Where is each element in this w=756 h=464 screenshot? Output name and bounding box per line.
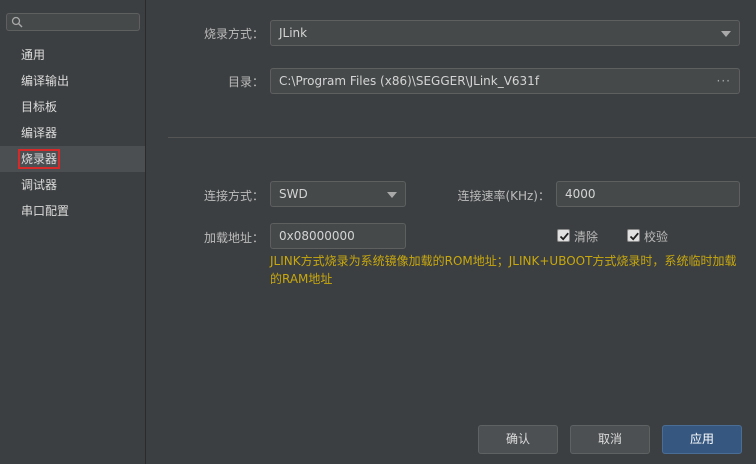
burn-mode-label: 烧录方式： — [203, 27, 264, 41]
search-icon — [11, 16, 23, 28]
connect-mode-select[interactable]: SWD — [270, 181, 406, 207]
ok-button[interactable]: 确认 — [478, 425, 558, 454]
check-icon — [629, 232, 639, 241]
directory-field[interactable]: C:\Program Files (x86)\SEGGER\JLink_V631… — [270, 68, 740, 94]
apply-button[interactable]: 应用 — [662, 425, 742, 454]
section-divider — [168, 137, 756, 138]
verify-checkbox[interactable] — [627, 229, 640, 242]
connect-speed-label: 连接速率(KHz)： — [457, 189, 550, 203]
connect-speed-value: 4000 — [565, 187, 596, 201]
sidebar: 通用 编译输出 目标板 编译器 烧录器 调试器 串口配置 — [0, 0, 146, 464]
load-address-label: 加载地址： — [203, 231, 264, 245]
verify-label: 校验 — [644, 230, 669, 244]
burn-mode-select[interactable]: JLink — [270, 20, 740, 46]
sidebar-item-label: 调试器 — [21, 178, 58, 192]
connect-speed-input[interactable]: 4000 — [556, 181, 740, 207]
sidebar-item-target-board[interactable]: 目标板 — [0, 94, 145, 120]
sidebar-item-burner[interactable]: 烧录器 — [0, 146, 145, 172]
chevron-down-icon — [387, 192, 397, 198]
load-address-input[interactable]: 0x08000000 — [270, 223, 406, 249]
sidebar-item-serial-config[interactable]: 串口配置 — [0, 198, 145, 224]
sidebar-item-debugger[interactable]: 调试器 — [0, 172, 145, 198]
erase-checkbox[interactable] — [557, 229, 570, 242]
sidebar-item-label: 串口配置 — [21, 204, 70, 218]
chevron-down-icon — [721, 31, 731, 37]
sidebar-item-label: 目标板 — [21, 100, 58, 114]
sidebar-item-build-output[interactable]: 编译输出 — [0, 68, 145, 94]
connect-mode-label: 连接方式： — [203, 189, 264, 203]
load-address-hint: JLINK方式烧录为系统镜像加载的ROM地址；JLINK+UBOOT方式烧录时，… — [270, 254, 737, 286]
sidebar-item-label: 烧录器 — [17, 149, 61, 169]
load-address-value: 0x08000000 — [279, 229, 355, 243]
check-icon — [559, 232, 569, 241]
sidebar-item-label: 编译输出 — [21, 74, 70, 88]
sidebar-item-label: 编译器 — [21, 126, 58, 140]
search-input[interactable] — [6, 13, 140, 31]
erase-label: 清除 — [574, 230, 599, 244]
sidebar-item-general[interactable]: 通用 — [0, 42, 145, 68]
sidebar-item-compiler[interactable]: 编译器 — [0, 120, 145, 146]
directory-label: 目录： — [227, 75, 264, 89]
connect-mode-value: SWD — [279, 187, 308, 201]
cancel-button[interactable]: 取消 — [570, 425, 650, 454]
directory-value: C:\Program Files (x86)\SEGGER\JLink_V631… — [279, 74, 540, 88]
browse-button[interactable]: ··· — [717, 69, 731, 93]
sidebar-item-label: 通用 — [21, 48, 46, 62]
burn-mode-value: JLink — [279, 26, 308, 40]
